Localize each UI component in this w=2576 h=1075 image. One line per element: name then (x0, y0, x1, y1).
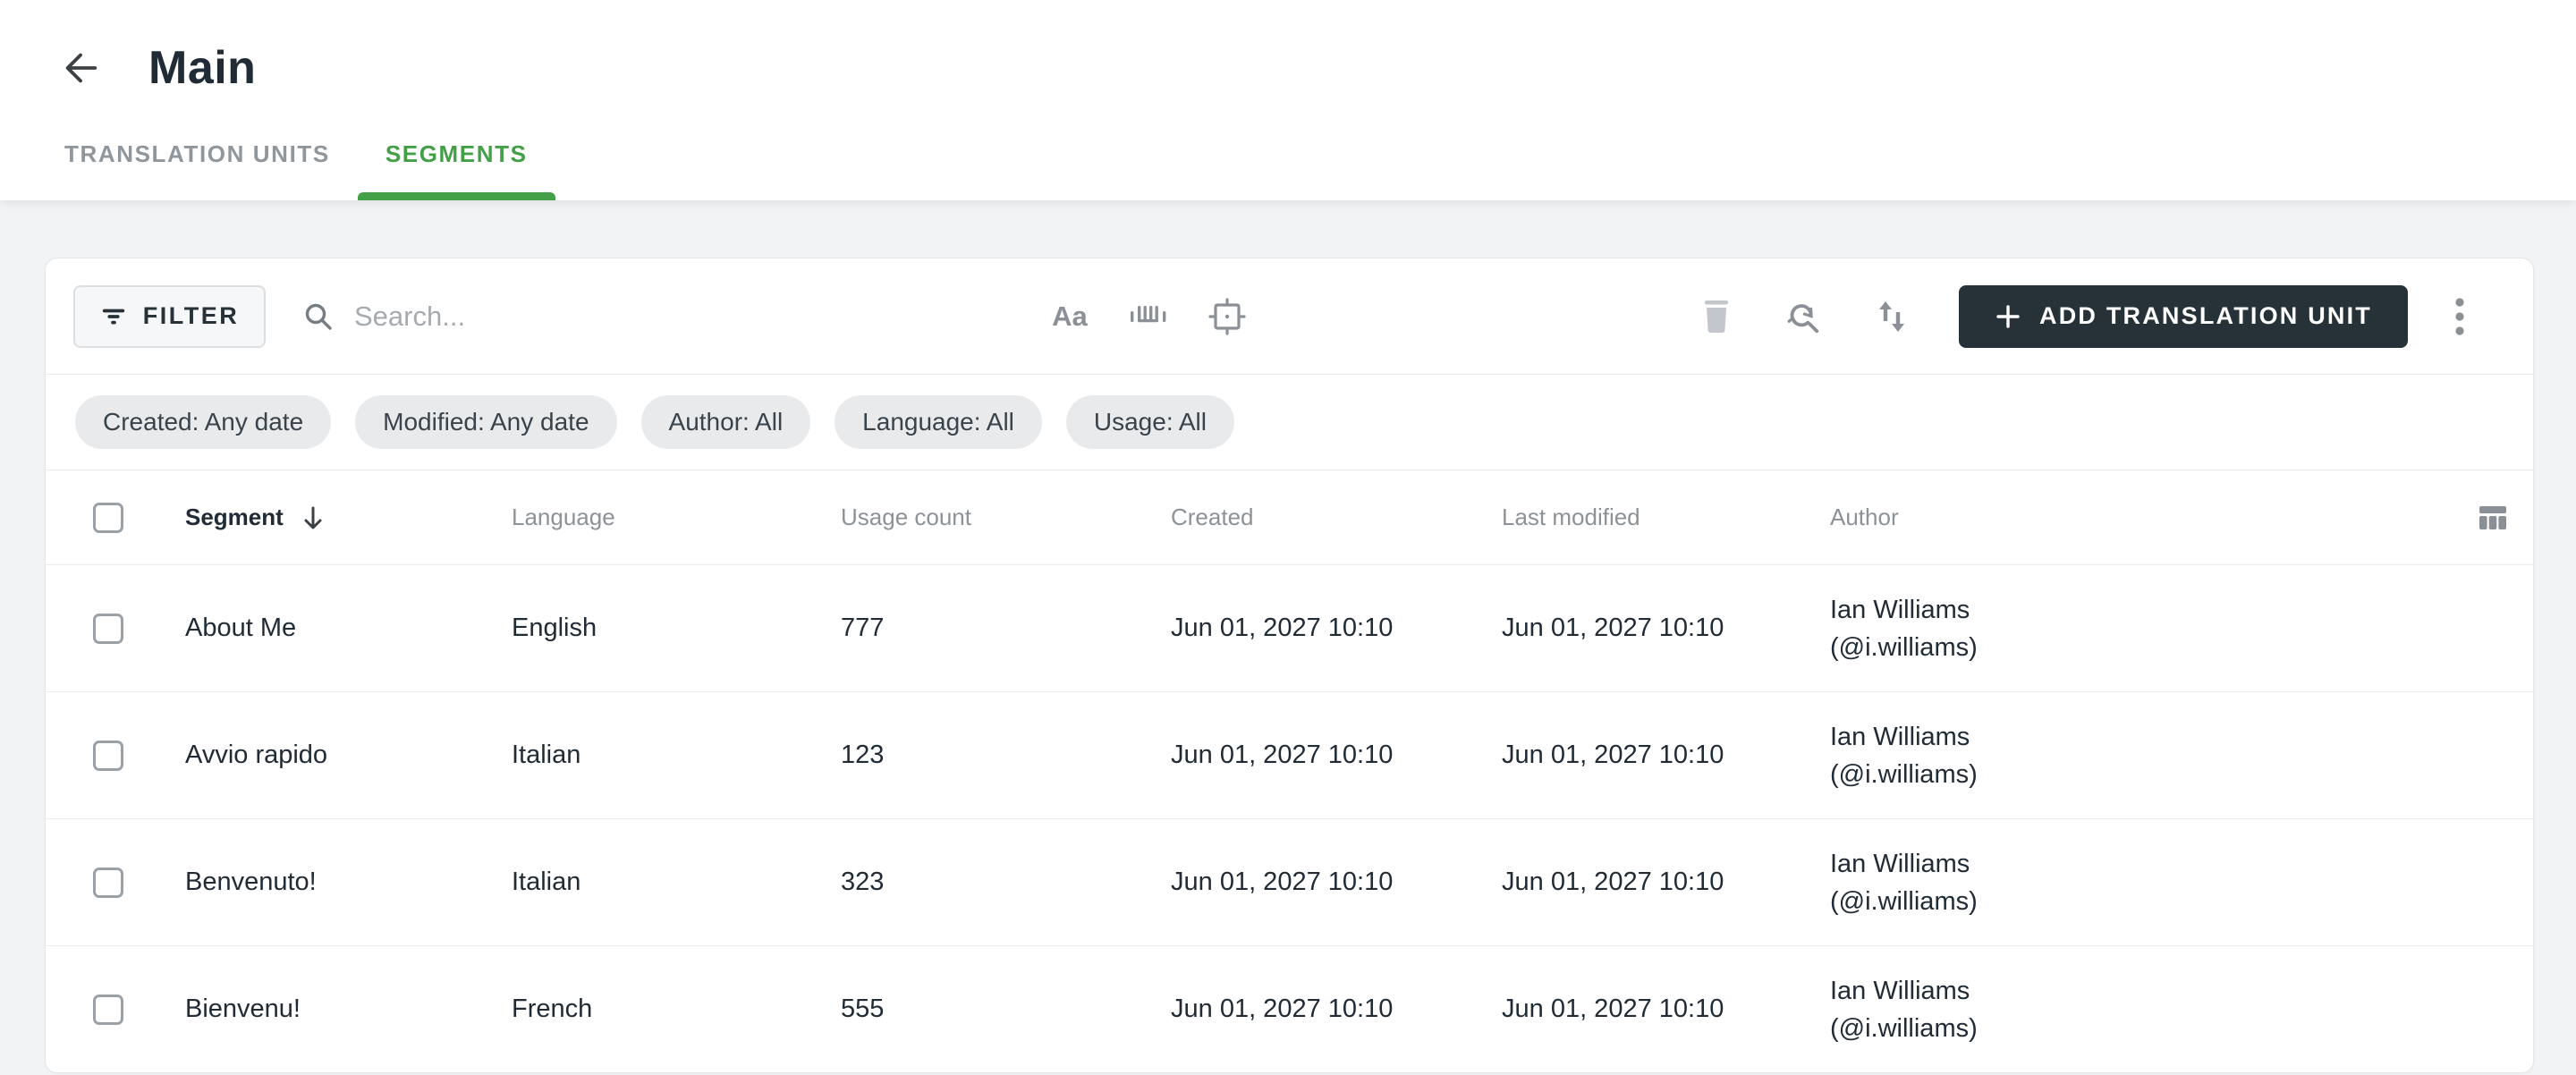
cell-author: Ian Williams (@i.williams) (1830, 718, 2454, 793)
filter-chips-row: Created: Any date Modified: Any date Aut… (46, 375, 2533, 470)
back-button[interactable] (55, 43, 106, 93)
filter-chip-usage[interactable]: Usage: All (1065, 395, 1234, 449)
cell-created: Jun 01, 2027 10:10 (1171, 741, 1394, 769)
active-tab-indicator (357, 192, 555, 200)
sort-button[interactable] (1874, 299, 1910, 334)
author-handle: (@i.williams) (1830, 886, 1978, 916)
plus-icon (1995, 303, 2021, 330)
cell-segment: Avvio rapido (185, 741, 328, 769)
author-name: Ian Williams (1830, 976, 1970, 1005)
arrow-back-icon (60, 47, 101, 89)
cell-usage-count: 777 (841, 614, 885, 642)
author-name: Ian Williams (1830, 595, 1970, 624)
column-header-segment-label: Segment (185, 504, 284, 530)
tab-bar: TRANSLATION UNITS SEGMENTS (0, 111, 2576, 200)
add-translation-unit-button[interactable]: ADD TRANSLATION UNIT (1959, 284, 2408, 348)
row-checkbox[interactable] (93, 994, 123, 1025)
column-header-language[interactable]: Language (512, 504, 841, 531)
find-replace-button[interactable] (1784, 299, 1820, 334)
kebab-menu-button[interactable] (2442, 297, 2478, 336)
search-input[interactable] (354, 300, 1052, 333)
cell-language: English (512, 614, 597, 642)
filter-button[interactable]: FILTER (73, 284, 266, 348)
page-header: Main TRANSLATION UNITS SEGMENTS (0, 0, 2576, 200)
cell-created: Jun 01, 2027 10:10 (1171, 868, 1394, 896)
barcode-icon (1130, 301, 1167, 332)
cell-author: Ian Williams (@i.williams) (1830, 845, 2454, 920)
selection-frame-icon (1208, 297, 1246, 335)
column-header-author[interactable]: Author (1830, 504, 2454, 531)
cell-last-modified: Jun 01, 2027 10:10 (1502, 741, 1724, 769)
trash-icon (1701, 300, 1732, 334)
cell-usage-count: 323 (841, 868, 885, 896)
filter-chip-modified[interactable]: Modified: Any date (355, 395, 617, 449)
cell-last-modified: Jun 01, 2027 10:10 (1502, 995, 1724, 1023)
cell-created: Jun 01, 2027 10:10 (1171, 995, 1394, 1023)
filter-chip-author[interactable]: Author: All (640, 395, 811, 449)
swap-vert-icon (1875, 298, 1909, 335)
table-row[interactable]: Benvenuto! Italian 323 Jun 01, 2027 10:1… (46, 818, 2533, 945)
filter-button-label: FILTER (142, 302, 240, 329)
filter-chip-created[interactable]: Created: Any date (75, 395, 332, 449)
cell-last-modified: Jun 01, 2027 10:10 (1502, 868, 1724, 896)
author-handle: (@i.williams) (1830, 759, 1978, 789)
tab-segments-label: SEGMENTS (385, 140, 528, 167)
table-row[interactable]: Avvio rapido Italian 123 Jun 01, 2027 10… (46, 691, 2533, 818)
search-box (302, 300, 1052, 333)
toolbar: FILTER Aa (46, 258, 2533, 375)
delete-button[interactable] (1699, 299, 1734, 334)
tab-segments[interactable]: SEGMENTS (357, 140, 555, 200)
table-body: About Me English 777 Jun 01, 2027 10:10 … (46, 564, 2533, 1072)
filter-chip-language[interactable]: Language: All (835, 395, 1042, 449)
match-case-button[interactable]: Aa (1052, 299, 1088, 334)
select-all-checkbox[interactable] (93, 502, 123, 533)
cell-author: Ian Williams (@i.williams) (1830, 972, 2454, 1047)
cell-usage-count: 123 (841, 741, 885, 769)
kebab-icon (2454, 297, 2465, 336)
author-handle: (@i.williams) (1830, 632, 1978, 662)
cell-language: French (512, 995, 593, 1023)
column-header-usage-count[interactable]: Usage count (841, 504, 1171, 531)
search-options: Aa (1052, 297, 1246, 335)
cell-usage-count: 555 (841, 995, 885, 1023)
column-header-segment[interactable]: Segment (185, 504, 512, 531)
cell-segment: Benvenuto! (185, 868, 317, 896)
filter-icon (100, 303, 127, 330)
cell-created: Jun 01, 2027 10:10 (1171, 614, 1394, 642)
cell-author: Ian Williams (@i.williams) (1830, 591, 2454, 666)
tab-translation-units[interactable]: TRANSLATION UNITS (37, 140, 358, 200)
cell-segment: Bienvenu! (185, 995, 301, 1023)
cell-segment: About Me (185, 614, 297, 642)
sort-arrow-down-icon (301, 505, 325, 530)
toolbar-actions: ADD TRANSLATION UNIT (1699, 284, 2478, 348)
barcode-button[interactable] (1131, 299, 1166, 334)
author-name: Ian Williams (1830, 722, 1970, 751)
table-row[interactable]: Bienvenu! French 555 Jun 01, 2027 10:10 … (46, 945, 2533, 1072)
column-header-last-modified[interactable]: Last modified (1502, 504, 1830, 531)
find-replace-icon (1784, 298, 1821, 335)
column-settings-button[interactable] (2454, 502, 2509, 534)
selection-frame-button[interactable] (1208, 297, 1246, 335)
content-card: FILTER Aa (45, 258, 2534, 1073)
table-columns-icon (2477, 502, 2509, 534)
search-icon (302, 300, 335, 333)
cell-language: Italian (512, 741, 581, 769)
cell-language: Italian (512, 868, 581, 896)
author-handle: (@i.williams) (1830, 1013, 1978, 1043)
match-case-icon: Aa (1052, 300, 1088, 332)
row-checkbox[interactable] (93, 740, 123, 771)
row-checkbox[interactable] (93, 867, 123, 898)
add-button-label: ADD TRANSLATION UNIT (2039, 302, 2372, 329)
row-checkbox[interactable] (93, 613, 123, 644)
table-header-row: Segment Language Usage count Created Las… (46, 470, 2533, 564)
cell-last-modified: Jun 01, 2027 10:10 (1502, 614, 1724, 642)
author-name: Ian Williams (1830, 849, 1970, 878)
page-title: Main (148, 42, 257, 94)
column-header-created[interactable]: Created (1171, 504, 1502, 531)
table-row[interactable]: About Me English 777 Jun 01, 2027 10:10 … (46, 564, 2533, 691)
